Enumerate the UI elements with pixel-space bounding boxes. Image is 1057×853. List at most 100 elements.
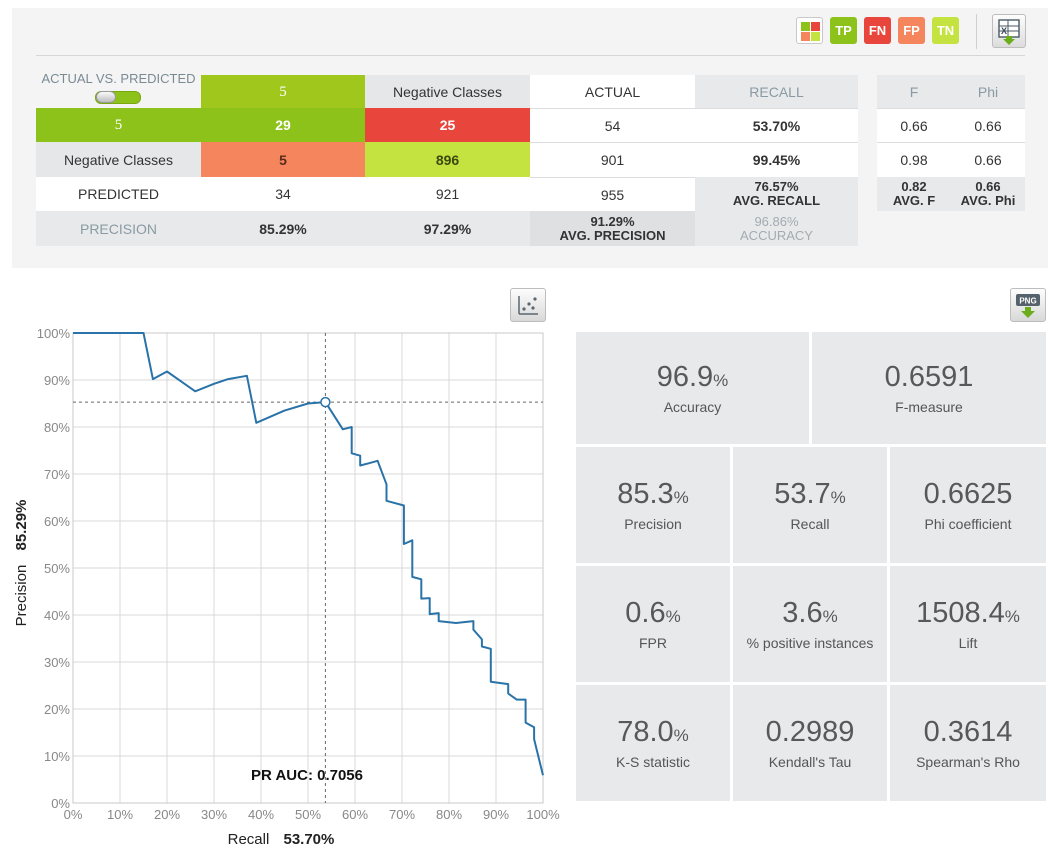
grid-cell-icon [811,22,820,31]
avg-phi-value: 0.66 [975,179,1001,194]
metric-label: Recall [790,516,830,532]
grid-cell-icon [811,32,820,41]
avg-f-label: AVG. F [892,193,936,208]
metric-label: Precision [624,516,682,532]
metric-value: 0.6 [625,597,666,629]
metric-tile-f-measure: 0.6591 F-measure [812,332,1046,444]
predicted-total-cell: 34 [201,177,365,211]
y-tick-label: 50% [44,561,70,576]
fp-cell: 5 [201,142,365,177]
fn-legend-button[interactable]: FN [864,17,891,44]
metric-value: 96.9 [656,361,714,393]
avg-precision-value: 91.29% [590,213,635,229]
matrix-toggle-switch[interactable] [95,91,141,104]
tn-legend-button[interactable]: TN [932,17,959,44]
col-header-negative[interactable]: Negative Classes [365,75,530,108]
metric-label: % positive instances [746,635,874,651]
row-header-class-5[interactable]: 5 [36,108,201,142]
x-tick-label: 70% [389,807,415,822]
metric-value: 78.0 [617,716,674,748]
metric-unit: % [830,488,846,507]
excel-download-icon: X [998,19,1020,45]
recall-cell: 99.45% [695,142,858,177]
grand-total-cell: 955 [530,177,695,211]
y-tick-label: 100% [37,326,71,341]
metric-tile-phi: 0.6625 Phi coefficient [890,447,1046,563]
avg-f-value: 0.82 [901,179,927,194]
y-tick-label: 20% [44,702,70,717]
metric-label: Lift [958,635,978,651]
col-header-f: F [877,75,951,108]
metric-tile-accuracy: 96.9% Accuracy [576,332,809,444]
grid-cell-icon [801,22,810,31]
x-tick-label: 30% [201,807,227,822]
export-excel-button[interactable]: X [992,14,1026,48]
f-cell: 0.66 [877,108,951,142]
metric-label: Accuracy [663,399,722,415]
metric-tile-ks: 78.0% K-S statistic [576,685,730,801]
svg-text:X: X [1001,26,1007,36]
avg-phi-label: AVG. Phi [960,193,1016,208]
metric-unit: % [673,488,689,507]
x-tick-label: 80% [436,807,462,822]
fn-cell: 25 [365,108,530,142]
y-tick-label: 80% [44,420,70,435]
metric-value: 0.3614 [923,716,1013,748]
metric-tile-lift: 1508.4% Lift [890,566,1046,682]
threshold-marker-point [320,396,331,408]
x-marker-value: 53.70% [283,831,334,848]
avg-recall-value: 76.57% [754,179,799,194]
y-tick-label: 40% [44,608,70,623]
x-tick-label: 10% [107,807,133,822]
metric-value: 0.6625 [923,478,1013,510]
metric-value: 1508.4 [916,597,1005,629]
metric-tile-positive-instances: 3.6% % positive instances [733,566,887,682]
precision-cell: 97.29% [365,211,530,246]
x-tick-label: 100% [526,807,560,822]
y-tick-label: 70% [44,467,70,482]
metric-value: 85.3 [617,478,674,510]
png-download-icon: PNG [1016,294,1040,318]
metric-unit: % [665,607,681,626]
col-header-recall: RECALL [695,75,858,108]
y-tick-label: 10% [44,749,70,764]
x-tick-label: 40% [248,807,274,822]
export-png-button[interactable]: PNG [1010,288,1046,322]
phi-cell: 0.66 [951,142,1025,177]
actual-total-cell: 901 [530,142,695,177]
y-marker-value: 85.29% [13,500,30,551]
col-header-phi: Phi [951,75,1025,108]
accuracy-label: ACCURACY [740,227,813,243]
x-axis-label: Recall [228,831,270,848]
phi-cell: 0.66 [951,108,1025,142]
metric-unit: % [822,607,838,626]
metric-unit: % [673,726,689,745]
chart-ticks: 0% 10% 20% 30% 40% 50% 60% 70% 80% 90% 100%0%10%20… [37,326,560,822]
grid-cell-icon [801,32,810,41]
metric-value: 0.2989 [765,716,855,748]
metric-label: Phi coefficient [924,516,1012,532]
pr-curve-chart[interactable]: 0% 10% 20% 30% 40% 50% 60% 70% 80% 90% 100%0%10%20… [0,318,570,853]
x-tick-label: 90% [483,807,509,822]
toolbar-divider [976,14,977,49]
recall-cell: 53.70% [695,108,858,142]
y-tick-label: 90% [44,373,70,388]
x-tick-label: 20% [154,807,180,822]
col-header-class-5[interactable]: 5 [201,75,365,108]
matrix-corner-title: ACTUAL VS. PREDICTED [41,71,196,86]
metric-label: Spearman's Rho [916,754,1020,770]
tp-cell: 29 [201,108,365,142]
fp-legend-button[interactable]: FP [898,17,925,44]
color-grid-toggle-button[interactable] [796,17,823,44]
metric-label: F-measure [895,399,963,415]
row-header-negative[interactable]: Negative Classes [36,142,201,177]
avg-precision-label: AVG. PRECISION [559,227,666,243]
toggle-knob [96,91,116,103]
metric-unit: % [713,371,729,390]
x-tick-label: 50% [295,807,321,822]
metric-label: K-S statistic [616,754,690,770]
scatter-view-button[interactable] [510,288,546,322]
predicted-total-cell: 921 [365,177,530,211]
tp-legend-button[interactable]: TP [830,17,857,44]
x-tick-label: 60% [342,807,368,822]
